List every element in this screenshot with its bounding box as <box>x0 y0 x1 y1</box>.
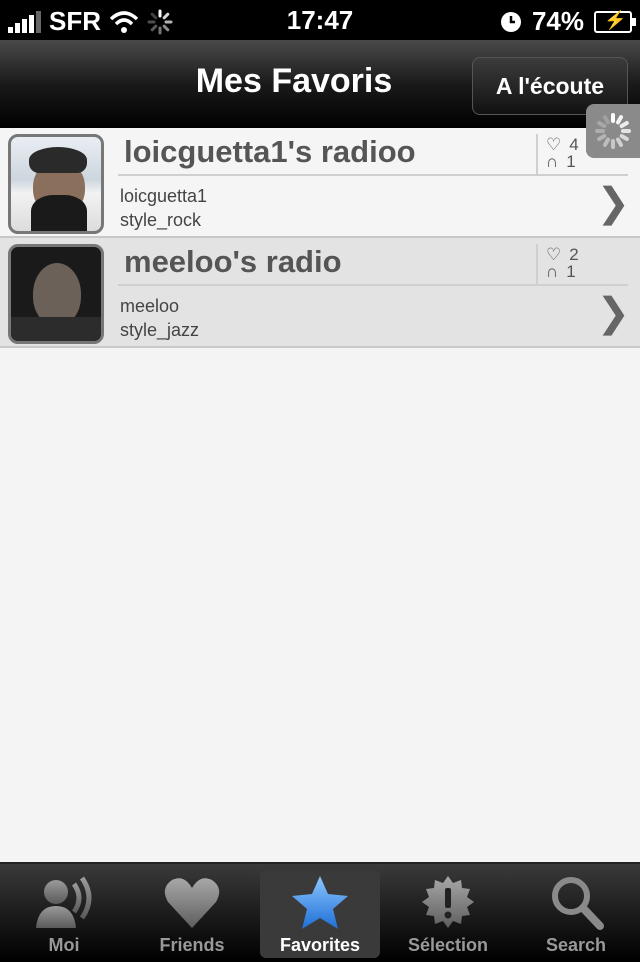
row-divider <box>118 284 628 286</box>
tab-label: Friends <box>159 935 225 955</box>
listeners-count: 1 <box>566 262 576 281</box>
radio-stats: ♡ 4 ∩ 1 <box>546 136 579 170</box>
battery-charging-icon: ⚡ <box>594 10 636 33</box>
avatar <box>8 134 104 234</box>
star-icon <box>292 876 348 929</box>
loading-spinner-icon <box>595 113 631 149</box>
heart-icon <box>164 878 220 928</box>
tab-moi[interactable]: Moi <box>4 870 124 958</box>
favorites-list: loicguetta1's radioo ♡ 4 ∩ 1 loicguetta1 s… <box>0 128 640 348</box>
list-item[interactable]: meeloo's radio ♡ 2 ∩ 1 meeloo style_jazz ❯ <box>0 238 640 348</box>
radio-stats: ♡ 2 ∩ 1 <box>546 246 579 280</box>
likes-count: 2 <box>569 245 579 264</box>
status-bar: SFR 17:47 74% ⚡ <box>0 0 640 40</box>
radio-owner: meeloo <box>120 296 180 316</box>
stats-divider <box>536 244 538 284</box>
headphones-icon: ∩ <box>546 152 559 171</box>
tab-bar: Moi Friends Favorites Sélection Search <box>0 862 640 962</box>
avatar <box>8 244 104 344</box>
radio-style: style_jazz <box>120 320 200 340</box>
likes-count: 4 <box>569 135 579 154</box>
user-speaker-icon <box>36 876 92 928</box>
tab-favorites[interactable]: Favorites <box>260 870 380 958</box>
radio-style: style_rock <box>120 210 202 230</box>
clock-icon <box>500 11 521 32</box>
radio-owner: loicguetta1 <box>120 186 208 206</box>
tab-selection[interactable]: Sélection <box>388 870 508 958</box>
tab-search[interactable]: Search <box>516 870 636 958</box>
radio-name: loicguetta1's radioo <box>124 134 416 169</box>
chevron-right-icon[interactable]: ❯ <box>596 290 630 336</box>
tab-label: Sélection <box>407 935 489 955</box>
status-right: 74% ⚡ <box>500 6 636 37</box>
loading-indicator <box>586 104 640 158</box>
headphones-icon: ∩ <box>546 262 559 281</box>
chevron-right-icon[interactable]: ❯ <box>596 180 630 226</box>
list-item[interactable]: loicguetta1's radioo ♡ 4 ∩ 1 loicguetta1 s… <box>0 128 640 238</box>
search-icon <box>552 877 604 930</box>
navigation-bar: Mes Favoris A l'écoute <box>0 40 640 129</box>
tab-label: Moi <box>48 935 80 955</box>
heart-icon: ♡ <box>546 135 562 154</box>
tab-label: Search <box>545 935 607 955</box>
tab-label: Favorites <box>279 935 361 955</box>
tab-friends[interactable]: Friends <box>132 870 252 958</box>
row-divider <box>118 174 628 176</box>
stats-divider <box>536 134 538 174</box>
battery-percent: 74% <box>531 6 584 36</box>
badge-exclamation-icon <box>422 876 474 928</box>
listeners-count: 1 <box>566 152 576 171</box>
heart-icon: ♡ <box>546 245 562 264</box>
radio-name: meeloo's radio <box>124 244 342 279</box>
